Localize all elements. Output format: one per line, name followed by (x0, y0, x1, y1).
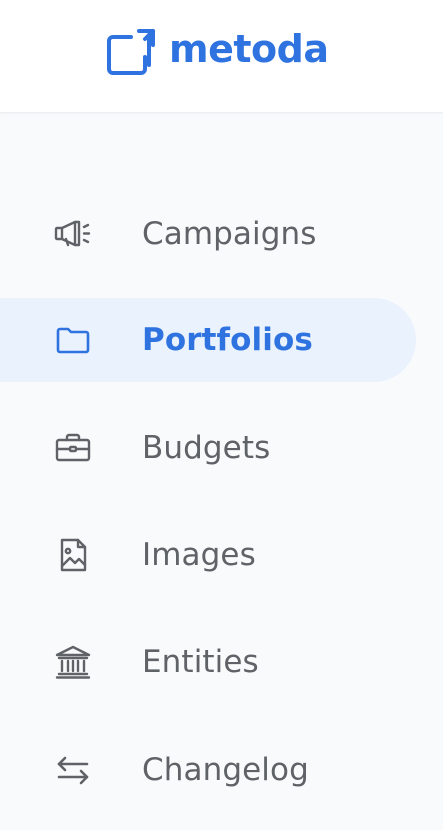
sidebar-item-images[interactable]: Images (0, 513, 416, 597)
sidebar-header: metoda (0, 0, 443, 113)
sidebar-item-label: Images (142, 537, 256, 573)
sidebar-item-changelog[interactable]: Changelog (0, 728, 416, 812)
swap-arrows-icon (50, 747, 96, 793)
sidebar-item-label: Budgets (142, 430, 271, 466)
sidebar-item-budgets[interactable]: Budgets (0, 406, 416, 490)
sidebar-item-campaigns[interactable]: Campaigns (0, 192, 416, 276)
sidebar-item-label: Campaigns (142, 216, 317, 252)
sidebar-item-entities[interactable]: Entities (0, 620, 416, 704)
megaphone-icon (50, 211, 96, 257)
image-icon (50, 532, 96, 578)
brand-name: metoda (169, 27, 329, 71)
folder-icon (50, 317, 96, 363)
sidebar-item-label: Changelog (142, 752, 309, 788)
brand-logo[interactable]: metoda (105, 24, 329, 78)
bank-icon (50, 639, 96, 685)
briefcase-icon (50, 425, 96, 471)
external-link-icon (107, 29, 155, 75)
sidebar-item-label: Entities (142, 644, 259, 680)
sidebar-item-portfolios[interactable]: Portfolios (0, 298, 416, 382)
sidebar-item-label: Portfolios (142, 322, 313, 358)
sidebar: metoda Campaigns Portfolios Budgets Imag… (0, 0, 443, 830)
